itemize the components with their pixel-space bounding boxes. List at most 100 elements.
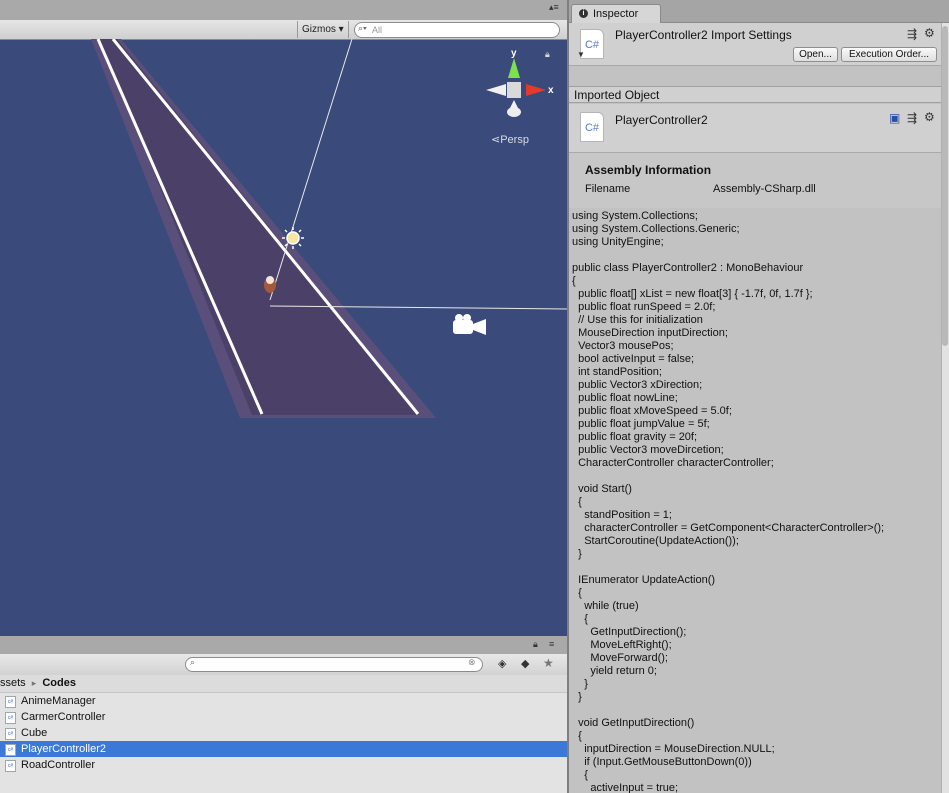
code-line: int standPosition; — [572, 366, 662, 378]
breadcrumb-separator: ▸ — [31, 678, 37, 688]
panel-menu-icon[interactable]: ▴≡ — [549, 2, 559, 13]
code-line: void GetInputDirection() — [572, 717, 695, 729]
file-item-animemanager[interactable]: c# AnimeManager — [0, 693, 567, 709]
orientation-gizmo[interactable]: y x — [486, 48, 554, 117]
code-line: public float jumpValue = 5f; — [572, 418, 710, 430]
file-item-carmercontroller[interactable]: c# CarmerController — [0, 709, 567, 725]
clear-search-icon[interactable]: ⊗ — [468, 657, 476, 668]
preset-icon[interactable]: ⇶ — [907, 111, 917, 125]
code-line: public float[] xList = new float[3] { -1… — [572, 288, 813, 300]
project-toolbar: ⌕ ⊗ ◈ ◆ ★ — [0, 654, 567, 676]
breadcrumb: ssets ▸ Codes — [0, 675, 567, 693]
filter-by-label-icon[interactable]: ◆ — [521, 657, 529, 670]
code-line: GetInputDirection(); — [572, 626, 687, 638]
perspective-label[interactable]: ⋖Persp — [491, 133, 529, 146]
file-item-playercontroller2[interactable]: c# PlayerController2 — [0, 741, 567, 757]
code-line: { — [572, 587, 582, 599]
code-line: CharacterController characterController; — [572, 457, 774, 469]
code-line: } — [572, 691, 582, 703]
code-line: Vector3 mousePos; — [572, 340, 674, 352]
code-line: // Use this for initialization — [572, 314, 703, 326]
file-name: Cube — [21, 727, 48, 739]
project-panel: 🔒︎ ≡ ⌕ ⊗ ◈ ◆ ★ ssets ▸ Codes c# AnimeMan… — [0, 636, 567, 793]
assembly-information-box: Assembly Information Filename Assembly-C… — [569, 152, 941, 209]
project-search-input[interactable]: ⌕ ⊗ — [185, 657, 483, 672]
camera-icon[interactable] — [453, 314, 486, 335]
panel-menu-icon[interactable]: ≡ — [549, 639, 554, 649]
tab-inspector-label: Inspector — [593, 8, 639, 20]
code-line: public Vector3 xDirection; — [572, 379, 703, 391]
header-spacer — [569, 65, 941, 86]
gizmo-x-label: x — [548, 85, 554, 96]
csharp-file-icon: c# — [5, 744, 16, 756]
code-line: { — [572, 275, 576, 287]
code-line: } — [572, 678, 588, 690]
scene-search-input[interactable]: ⌕▾ All — [354, 22, 560, 38]
imported-object-label: Imported Object — [569, 86, 941, 103]
csharp-file-icon: c# — [5, 728, 16, 740]
search-placeholder: All — [372, 25, 383, 35]
code-line: public Vector3 moveDircetion; — [572, 444, 724, 456]
assembly-title: Assembly Information — [585, 163, 712, 177]
inspector-panel: i Inspector C# ▼ PlayerController2 Impor… — [569, 0, 949, 793]
code-line: bool activeInput = false; — [572, 353, 694, 365]
code-line: MoveLeftRight(); — [572, 639, 672, 651]
scene-viewport[interactable]: y x — [0, 39, 567, 636]
code-line: public float xMoveSpeed = 5.0f; — [572, 405, 732, 417]
code-line: activeInput = true; — [572, 782, 679, 793]
script-source-preview: using System.Collections; using System.Co… — [569, 208, 941, 793]
code-line: public float runSpeed = 2.0f; — [572, 301, 716, 313]
breadcrumb-root[interactable]: ssets — [0, 677, 26, 689]
file-name: PlayerController2 — [21, 743, 106, 755]
code-line: public class PlayerController2 : MonoBeh… — [572, 262, 804, 274]
code-line: public float nowLine; — [572, 392, 678, 404]
gear-icon[interactable]: ⚙ — [924, 110, 935, 124]
code-line: inputDirection = MouseDirection.NULL; — [572, 743, 775, 755]
import-settings-header: C# ▼ PlayerController2 Import Settings ⇶… — [569, 23, 941, 65]
light-direction-line — [269, 39, 353, 301]
help-book-icon[interactable]: ▣ — [889, 111, 900, 125]
gizmo-y-label: y — [511, 48, 517, 59]
open-button[interactable]: Open... — [793, 47, 838, 62]
code-line: using UnityEngine; — [572, 236, 664, 248]
gizmos-dropdown[interactable]: Gizmos ▾ — [297, 21, 349, 38]
favorites-star-icon[interactable]: ★ — [543, 656, 554, 670]
csharp-file-icon: c# — [5, 760, 16, 772]
code-line: { — [572, 769, 588, 781]
lock-icon[interactable]: 🔒︎ — [533, 639, 538, 650]
code-line: void Start() — [572, 483, 632, 495]
csharp-file-icon: C# — [580, 112, 604, 142]
code-line: } — [572, 548, 582, 560]
code-line: public float gravity = 20f; — [572, 431, 698, 443]
inspector-scroll-thumb[interactable] — [942, 26, 948, 346]
preset-icon[interactable]: ⇶ — [907, 27, 917, 41]
file-item-roadcontroller[interactable]: c# RoadController — [0, 757, 567, 773]
assembly-filename-label: Filename — [585, 183, 631, 195]
info-icon: i — [579, 9, 588, 18]
tab-inspector[interactable]: i Inspector — [571, 4, 661, 23]
file-name: CarmerController — [21, 711, 106, 723]
code-line: characterController = GetComponent<Chara… — [572, 522, 885, 534]
code-line: { — [572, 496, 582, 508]
filter-by-type-icon[interactable]: ◈ — [498, 657, 506, 670]
file-item-cube[interactable]: c# Cube — [0, 725, 567, 741]
csharp-file-icon: c# — [5, 696, 16, 708]
execution-order-button[interactable]: Execution Order... — [841, 47, 937, 62]
code-line: using System.Collections; — [572, 210, 698, 222]
breadcrumb-current[interactable]: Codes — [42, 677, 76, 689]
project-tab-strip: 🔒︎ ≡ — [0, 636, 567, 654]
gear-icon[interactable]: ⚙ — [924, 26, 935, 40]
code-line: MouseDirection inputDirection; — [572, 327, 728, 339]
scene-view[interactable]: ▴≡ Gizmos ▾ ⌕▾ All y x 🔒︎ ⋖Persp — [0, 0, 567, 636]
code-line: { — [572, 730, 582, 742]
code-line: { — [572, 613, 588, 625]
code-line: MoveForward(); — [572, 652, 668, 664]
foldout-arrow-icon[interactable]: ▼ — [577, 50, 585, 59]
imported-object-title: PlayerController2 — [615, 113, 708, 127]
csharp-file-icon: c# — [5, 712, 16, 724]
file-name: AnimeManager — [21, 695, 96, 707]
file-name: RoadController — [21, 759, 95, 771]
lock-icon[interactable]: 🔒︎ — [545, 49, 550, 60]
imported-object-header: C# PlayerController2 ▣ ⇶ ⚙ — [569, 104, 941, 152]
import-settings-title: PlayerController2 Import Settings — [615, 28, 792, 42]
